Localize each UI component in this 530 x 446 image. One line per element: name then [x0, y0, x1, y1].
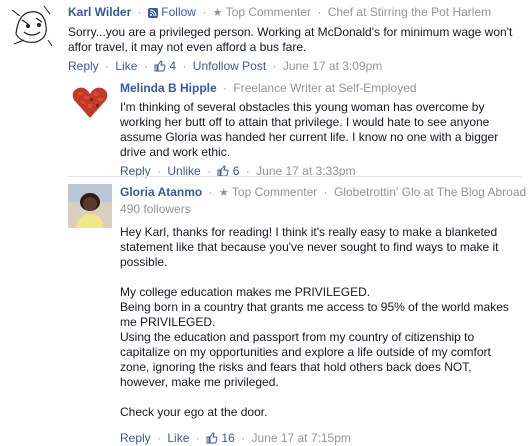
reply-divider — [68, 176, 522, 177]
thumbs-up-icon — [206, 432, 218, 444]
comment-paragraph: Hey Karl, thanks for reading! I think it… — [120, 225, 499, 269]
unfollow-post-button[interactable]: Unfollow Post — [193, 59, 266, 73]
separator: · — [223, 81, 228, 95]
commenter-name[interactable]: Karl Wilder — [68, 5, 131, 19]
follow-label: Follow — [161, 5, 196, 19]
heart-collage-icon — [68, 80, 112, 124]
separator: · — [208, 185, 213, 199]
commenter-name[interactable]: Melinda B Hipple — [120, 81, 217, 95]
separator: · — [195, 431, 200, 445]
star-icon: ★ — [218, 187, 229, 199]
like-button[interactable]: Like — [115, 59, 137, 73]
like-count-value: 4 — [169, 59, 177, 73]
follower-count: 490 followers — [120, 202, 191, 216]
separator: · — [105, 59, 110, 73]
avatar-karl-wilder[interactable] — [10, 4, 54, 48]
comment-paragraph: Check your ego at the door. — [120, 405, 268, 419]
follow-button[interactable]: Follow — [147, 5, 199, 19]
reply-button[interactable]: Reply — [68, 59, 99, 73]
comment-timestamp[interactable]: June 17 at 7:15pm — [251, 431, 350, 445]
comment-timestamp[interactable]: June 17 at 3:09pm — [283, 59, 382, 73]
separator: · — [157, 431, 162, 445]
separator: · — [272, 59, 277, 73]
separator: · — [202, 5, 207, 19]
reply-button[interactable]: Reply — [120, 431, 151, 445]
like-count[interactable]: 4 — [154, 59, 179, 73]
rss-icon — [147, 8, 158, 18]
comment-text: I'm thinking of several obstacles this y… — [120, 100, 499, 159]
comment-text: Hey Karl, thanks for reading! I think it… — [120, 225, 522, 420]
separator: · — [182, 59, 187, 73]
separator: · — [241, 431, 246, 445]
comment-actions: Reply · Like · 16 · June 17 at 7:15pm — [120, 430, 522, 446]
star-icon: ★ — [212, 7, 223, 19]
separator: · — [317, 5, 322, 19]
avatar-gloria-atanmo[interactable] — [68, 184, 112, 228]
thumbs-up-icon — [154, 60, 166, 72]
comment-karl-wilder: Karl Wilder · Follow · ★ Top Commenter ·… — [0, 0, 530, 73]
commenter-role: Freelance Writer at Self-Employed — [233, 81, 417, 95]
separator: · — [143, 59, 148, 73]
like-button[interactable]: Like — [167, 431, 189, 445]
separator: · — [323, 185, 328, 199]
profile-photo-icon — [68, 184, 112, 228]
sketch-avatar-icon — [10, 4, 54, 48]
top-commenter-badge: Top Commenter — [225, 5, 312, 19]
comment-actions: Reply · Like · 4 · Unfollow Post · June … — [68, 58, 522, 74]
comment-text: Sorry...you are a privileged person. Wor… — [68, 25, 513, 54]
like-count[interactable]: 16 — [206, 431, 238, 445]
commenter-name[interactable]: Gloria Atanmo — [120, 185, 202, 199]
blog-link[interactable]: The Blog Abroad — [437, 185, 526, 199]
comment-melinda-hipple: Melinda B Hipple · Freelance Writer at S… — [0, 76, 530, 178]
commenter-role: Globetrottin' Glo at — [333, 185, 434, 199]
separator: · — [137, 5, 142, 19]
comment-gloria-atanmo: Gloria Atanmo · ★ Top Commenter · Globet… — [0, 180, 530, 445]
avatar-melinda-hipple[interactable] — [68, 80, 112, 124]
top-commenter-badge: Top Commenter — [231, 185, 318, 199]
comment-paragraph: My college education makes me PRIVILEGED… — [120, 285, 509, 389]
commenter-role: Chef at Stirring the Pot Harlem — [327, 5, 492, 19]
like-count-value: 16 — [221, 431, 235, 445]
